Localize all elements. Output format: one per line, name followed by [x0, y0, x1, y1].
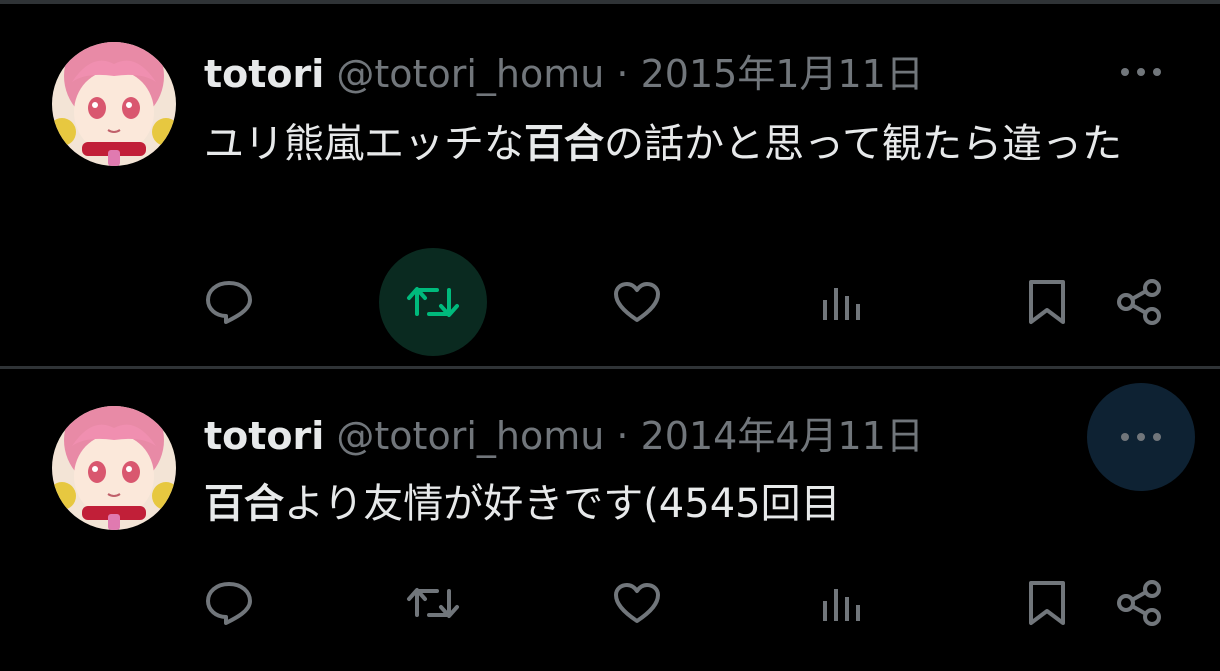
- tweet-text-highlight: 百合: [524, 121, 604, 167]
- share-icon: [1117, 580, 1161, 626]
- share-button[interactable]: [1100, 262, 1180, 342]
- tweet-text-before: ユリ熊嵐エッチな: [204, 121, 524, 167]
- share-button[interactable]: [1100, 563, 1180, 643]
- views-button[interactable]: [801, 563, 881, 643]
- tweet-text-after: より友情が好きです(4545回目: [284, 481, 841, 527]
- user-handle[interactable]: @totori_homu: [336, 52, 604, 96]
- views-icon: [823, 288, 860, 320]
- tweet-divider: [0, 366, 1220, 369]
- retweet-icon: [407, 287, 459, 317]
- tweet-header: totori @totori_homu · 2014年4月11日: [204, 414, 924, 458]
- views-button[interactable]: [801, 262, 881, 342]
- bookmark-icon: [1029, 280, 1065, 324]
- tweet-card[interactable]: totori @totori_homu · 2014年4月11日 百合より友情が…: [0, 370, 1220, 671]
- tweet-date[interactable]: 2014年4月11日: [641, 414, 924, 458]
- retweet-icon: [407, 588, 459, 618]
- heart-icon: [614, 282, 660, 322]
- reply-icon: [206, 281, 252, 324]
- tweet-text-highlight: 百合: [204, 481, 284, 527]
- header-separator: ·: [616, 52, 629, 96]
- tweet-text: ユリ熊嵐エッチな百合の話かと思って観たら違った: [204, 112, 1174, 176]
- user-handle[interactable]: @totori_homu: [336, 414, 604, 458]
- reply-button[interactable]: [189, 563, 269, 643]
- header-separator: ·: [616, 414, 629, 458]
- like-button[interactable]: [597, 563, 677, 643]
- bookmark-icon: [1029, 581, 1065, 625]
- like-button[interactable]: [597, 262, 677, 342]
- bookmark-button[interactable]: [1007, 563, 1087, 643]
- bookmark-button[interactable]: [1007, 262, 1087, 342]
- tweet-header: totori @totori_homu · 2015年1月11日: [204, 52, 924, 96]
- share-icon: [1117, 279, 1161, 325]
- display-name[interactable]: totori: [204, 52, 324, 96]
- reply-icon: [206, 582, 252, 625]
- retweet-button[interactable]: [379, 549, 487, 657]
- tweet-date[interactable]: 2015年1月11日: [641, 52, 924, 96]
- tweet-text-after: の話かと思って観たら違った: [604, 121, 1122, 167]
- tweet-text: 百合より友情が好きです(4545回目: [204, 472, 1174, 536]
- retweet-button[interactable]: [379, 248, 487, 356]
- more-options-button[interactable]: [1087, 18, 1195, 126]
- display-name[interactable]: totori: [204, 414, 324, 458]
- heart-icon: [614, 583, 660, 623]
- more-icon: [1121, 433, 1161, 441]
- avatar[interactable]: [52, 42, 176, 166]
- reply-button[interactable]: [189, 262, 269, 342]
- tweet-card[interactable]: totori @totori_homu · 2015年1月11日 ユリ熊嵐エッチ…: [0, 4, 1220, 366]
- views-icon: [823, 589, 860, 621]
- avatar[interactable]: [52, 406, 176, 530]
- more-icon: [1121, 68, 1161, 76]
